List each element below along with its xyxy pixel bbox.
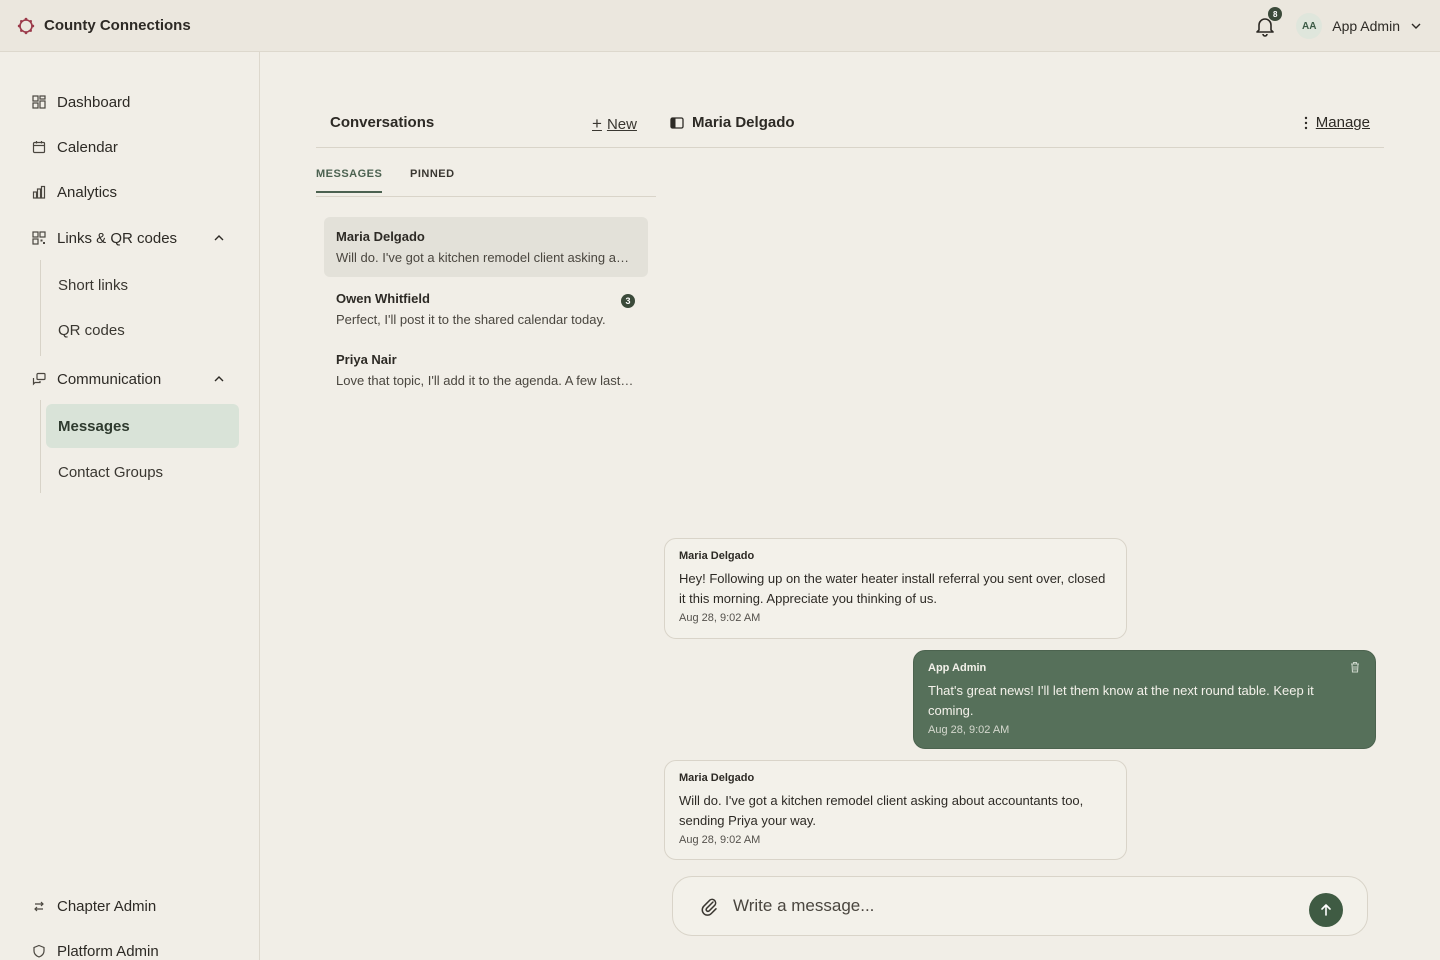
user-name[interactable]: App Admin [1332, 18, 1400, 34]
sidebar-item-label: Dashboard [57, 93, 131, 111]
sidebar-item-chapter-admin[interactable]: Chapter Admin [24, 888, 239, 924]
sidebar-item-short-links[interactable]: Short links [46, 263, 239, 307]
message-input[interactable] [733, 893, 1293, 919]
kebab-icon [1304, 116, 1307, 129]
chat-title-text: Maria Delgado [692, 114, 795, 131]
trash-icon[interactable] [1349, 661, 1361, 673]
unread-badge: 3 [621, 294, 635, 308]
plus-icon: + [592, 114, 602, 133]
dashboard-icon [32, 95, 46, 109]
submenu-line [40, 260, 41, 356]
message-text: That's great news! I'll let them know at… [928, 683, 1314, 718]
notifications-button[interactable]: 8 [1254, 7, 1283, 37]
conversation-tabs: MESSAGES PINNED [316, 160, 656, 197]
avatar[interactable]: AA [1296, 13, 1323, 39]
conversation-preview: Will do. I've got a kitchen remodel clie… [336, 250, 636, 265]
sidebar-item-label: Chapter Admin [57, 897, 157, 915]
message-composer [672, 876, 1368, 936]
sidebar-item-label: Analytics [57, 183, 118, 201]
message-time: Aug 28, 9:02 AM [679, 834, 761, 846]
sidebar-item-label: Communication [57, 370, 162, 388]
message-author: App Admin [928, 662, 987, 674]
message-text: Will do. I've got a kitchen remodel clie… [679, 793, 1084, 828]
chevron-up-icon[interactable] [213, 373, 225, 385]
chat-icon [32, 372, 46, 386]
calendar-icon [32, 141, 46, 154]
qr-icon [32, 231, 46, 245]
chevron-down-icon[interactable] [1410, 20, 1422, 32]
tab-pinned[interactable]: PINNED [410, 168, 455, 191]
message-author: Maria Delgado [679, 550, 755, 562]
shield-icon [33, 944, 45, 958]
message-bubble: Maria Delgado Hey! Following up on the w… [664, 538, 1127, 639]
conversation-item[interactable]: Owen Whitfield Perfect, I'll post it to … [324, 279, 648, 339]
message-bubble: Maria Delgado Will do. I've got a kitche… [664, 760, 1127, 860]
conversation-preview: Perfect, I'll post it to the shared cale… [336, 312, 606, 327]
paperclip-icon[interactable] [700, 896, 718, 916]
chat-title[interactable]: Maria Delgado [670, 114, 795, 131]
analytics-icon [32, 185, 46, 199]
manage-button[interactable]: Manage [1304, 114, 1370, 131]
app-name: County Connections [44, 17, 191, 34]
message-time: Aug 28, 9:02 AM [928, 724, 1010, 736]
chevron-up-icon[interactable] [213, 232, 225, 244]
notification-count-badge: 8 [1268, 7, 1283, 21]
swap-icon [34, 901, 44, 912]
sidebar-item-label: Links & QR codes [57, 229, 178, 247]
logo-icon [17, 17, 35, 34]
conversation-item[interactable]: Priya Nair Love that topic, I'll add it … [324, 340, 648, 400]
top-bar: County Connections 8 AA App Admin [0, 0, 1440, 52]
sidebar-item-platform-admin[interactable]: Platform Admin [24, 933, 239, 960]
sidebar-toggle-icon[interactable] [670, 116, 684, 130]
conversation-header: Conversations + New Maria Delgado Manage [316, 104, 1384, 148]
tab-messages[interactable]: MESSAGES [316, 168, 383, 193]
message-author: Maria Delgado [679, 772, 755, 784]
conversation-name: Priya Nair [336, 352, 397, 367]
sidebar-item-dashboard[interactable]: Dashboard [24, 84, 239, 120]
sidebar-item-calendar[interactable]: Calendar [24, 129, 239, 165]
sidebar-item-messages[interactable]: Messages [46, 404, 239, 448]
sidebar-item-label: Platform Admin [57, 942, 159, 960]
submenu-line [40, 400, 41, 493]
conversation-preview: Love that topic, I'll add it to the agen… [336, 373, 636, 388]
message-time: Aug 28, 9:02 AM [679, 612, 761, 624]
sidebar-item-contact-groups[interactable]: Contact Groups [46, 450, 239, 494]
sidebar-item-communication[interactable]: Communication [24, 361, 239, 397]
conversations-title: Conversations [330, 114, 435, 131]
conversation-item[interactable]: Maria Delgado Will do. I've got a kitche… [324, 217, 648, 277]
conversation-name: Maria Delgado [336, 229, 425, 244]
manage-label: Manage [1315, 114, 1370, 131]
sidebar-item-label: Calendar [57, 138, 118, 156]
new-conversation-button[interactable]: + New [592, 114, 637, 134]
sidebar-item-links-qr[interactable]: Links & QR codes [24, 220, 239, 256]
sidebar-item-qr-codes[interactable]: QR codes [46, 308, 239, 352]
message-text: Hey! Following up on the water heater in… [679, 571, 1106, 606]
brand[interactable]: County Connections [17, 17, 191, 35]
sidebar-item-analytics[interactable]: Analytics [24, 174, 239, 210]
new-label: New [606, 115, 637, 133]
arrow-up-icon [1321, 904, 1331, 916]
send-button[interactable] [1309, 893, 1343, 927]
message-bubble: App Admin That's great news! I'll let th… [913, 650, 1376, 749]
conversation-name: Owen Whitfield [336, 291, 430, 306]
